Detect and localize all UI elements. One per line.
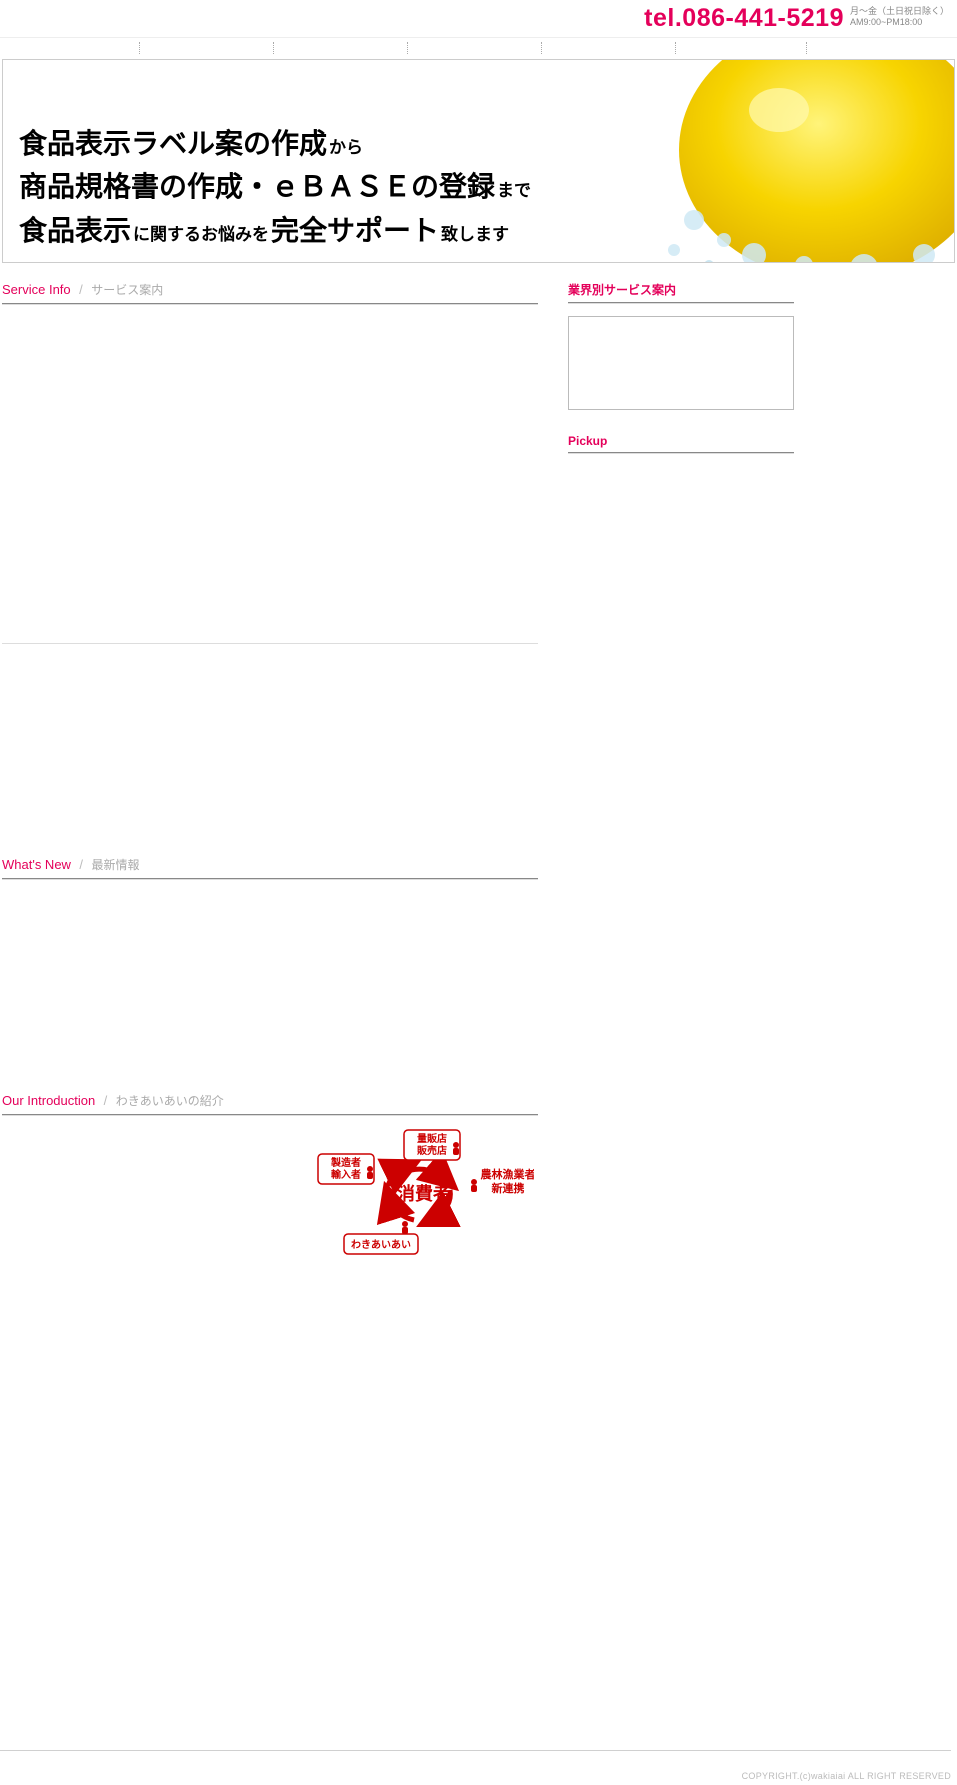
hero-l3d: 致します: [441, 222, 509, 248]
hero-l3a: 食品表示: [19, 209, 131, 252]
hero-l3b: に関するお悩みを: [133, 222, 269, 248]
news-content-area: [2, 892, 538, 1092]
intro-diagram-area: 消費者 量販店 販売店 製造者 輸入者 農林漁業者 新連携: [2, 1128, 538, 1268]
divider: [2, 643, 538, 644]
business-hours: 月～金（土日祝日除く） AM9:00~PM18:00: [850, 4, 949, 28]
nav-divider: [407, 42, 408, 54]
nav-divider: [806, 42, 807, 54]
section-rule: [2, 878, 538, 880]
stakeholder-diagram: 消費者 量販店 販売店 製造者 輸入者 農林漁業者 新連携: [316, 1128, 534, 1258]
sidebar-pickup-title: Pickup: [568, 434, 794, 448]
hero-l1a: 食品表示ラベル案の作成: [19, 122, 327, 165]
diagram-top-l1: 量販店: [417, 1132, 447, 1145]
service-content-area: [2, 317, 538, 643]
intro-heading-jp: わきあいあいの紹介: [116, 1094, 224, 1108]
hero-banner: 食品表示ラベル案の作成 から 商品規格書の作成・ｅＢＡＳＥの登録 まで 食品表示…: [2, 59, 955, 263]
diagram-left-l2: 輸入者: [331, 1168, 361, 1181]
hero-l1b: から: [329, 135, 363, 161]
section-rule: [2, 1114, 538, 1116]
hours-time: AM9:00~PM18:00: [850, 17, 949, 28]
news-heading-en: What's New: [2, 857, 71, 872]
phone-number: tel.086-441-5219: [644, 4, 844, 33]
diagram-left-l1: 製造者: [330, 1156, 361, 1169]
diagram-right-l2: 新連携: [492, 1181, 525, 1195]
nav-divider: [273, 42, 274, 54]
sidebar: 業界別サービス案内 Pickup: [568, 281, 794, 1268]
service-heading-jp: サービス案内: [91, 283, 163, 297]
intro-heading-en: Our Introduction: [2, 1093, 95, 1108]
diagram-right-l1: 農林漁業者: [481, 1167, 535, 1181]
section-rule: [2, 303, 538, 305]
nav-divider: [541, 42, 542, 54]
hours-days: 月～金（土日祝日除く）: [850, 6, 949, 17]
copyright: COPYRIGHT.(c)wakiaiai ALL RIGHT RESERVED: [0, 1771, 951, 1781]
lemon-splash-icon: [634, 59, 955, 263]
hero-copy: 食品表示ラベル案の作成 から 商品規格書の作成・ｅＢＡＳＥの登録 まで 食品表示…: [19, 122, 533, 252]
intro-heading: Our Introduction / わきあいあいの紹介: [2, 1092, 538, 1110]
service-heading: Service Info / サービス案内: [2, 281, 538, 299]
service-content-area-2: [2, 656, 538, 856]
service-heading-en: Service Info: [2, 282, 71, 297]
nav-separator-row: [0, 37, 957, 53]
footer-rule: [0, 1750, 951, 1751]
hero-l2a: 商品規格書の作成・ｅＢＡＳＥの登録: [19, 165, 495, 208]
footer: COPYRIGHT.(c)wakiaiai ALL RIGHT RESERVED: [0, 1750, 957, 1785]
news-heading-jp: 最新情報: [91, 858, 139, 872]
news-heading: What's New / 最新情報: [2, 856, 538, 874]
top-bar: tel.086-441-5219 月～金（土日祝日除く） AM9:00~PM18…: [0, 0, 957, 35]
slash: /: [79, 857, 83, 872]
nav-divider: [675, 42, 676, 54]
sidebar-industry-title: 業界別サービス案内: [568, 281, 794, 298]
slash: /: [79, 282, 83, 297]
hero-l2b: まで: [497, 178, 531, 204]
diagram-top-l2: 販売店: [417, 1144, 447, 1157]
hero-l3c: 完全サポート: [271, 209, 439, 252]
diagram-bottom: わきあいあい: [351, 1238, 411, 1251]
section-rule: [568, 302, 794, 304]
sidebar-industry-box: [568, 316, 794, 410]
content-columns: Service Info / サービス案内 What's New / 最新情報 …: [0, 281, 957, 1268]
diagram-center-label: 消費者: [397, 1183, 451, 1204]
main-column: Service Info / サービス案内 What's New / 最新情報 …: [2, 281, 538, 1268]
hero-lemon-image: [634, 59, 955, 263]
nav-divider: [139, 42, 140, 54]
slash: /: [104, 1093, 108, 1108]
section-rule: [568, 452, 794, 454]
